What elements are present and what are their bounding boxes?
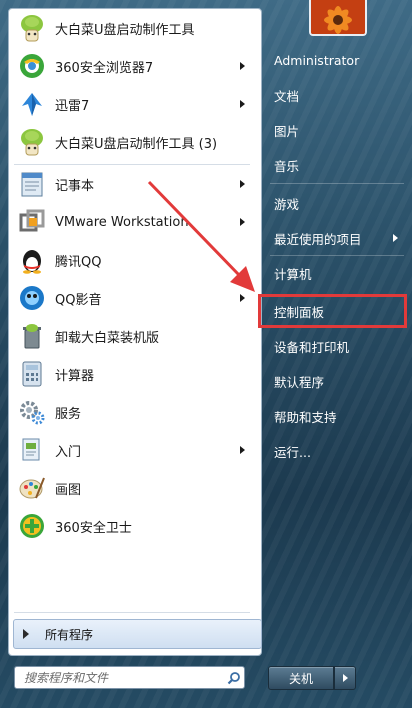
chevron-right-icon	[342, 674, 348, 682]
link-label: 设备和打印机	[274, 339, 350, 355]
program-label: 服务	[55, 406, 82, 422]
program-label: 计算器	[55, 368, 95, 384]
link-label: 游戏	[274, 196, 300, 212]
services-gear-icon	[16, 396, 48, 428]
program-item-qq[interactable]: 腾讯QQ	[14, 242, 254, 278]
program-item-dabaicai[interactable]: 大白菜U盘启动制作工具	[14, 10, 254, 46]
link-games[interactable]: 游戏	[266, 189, 406, 217]
divider	[14, 164, 250, 165]
notepad-icon	[16, 168, 48, 200]
program-item-qq-player[interactable]: QQ影音	[14, 280, 254, 316]
dabaicai-icon	[16, 126, 48, 158]
program-label: 记事本	[55, 178, 95, 194]
divider	[270, 183, 404, 184]
program-item-notepad[interactable]: 记事本	[14, 166, 254, 202]
shutdown-button[interactable]: 关机	[268, 666, 334, 690]
program-item-vmware[interactable]: VMware Workstation	[14, 204, 254, 240]
link-devices-printers[interactable]: 设备和打印机	[266, 332, 406, 360]
search-input[interactable]	[22, 669, 224, 686]
program-item-xunlei[interactable]: 迅雷7	[14, 86, 254, 122]
shutdown-label: 关机	[288, 671, 313, 686]
program-label: 360安全卫士	[55, 520, 132, 536]
shutdown-options-button[interactable]	[334, 666, 356, 690]
360-safe-icon	[16, 510, 48, 542]
submenu-arrow-icon[interactable]	[240, 62, 245, 70]
program-item-calculator[interactable]: 计算器	[14, 356, 254, 392]
link-label: 文档	[274, 88, 300, 104]
link-default-programs[interactable]: 默认程序	[266, 367, 406, 395]
link-recent-items[interactable]: 最近使用的项目	[266, 224, 406, 252]
link-label: 默认程序	[274, 374, 325, 390]
program-label: 360安全浏览器7	[55, 60, 154, 76]
program-item-services[interactable]: 服务	[14, 394, 254, 430]
all-programs-button[interactable]: 所有程序	[13, 619, 262, 649]
link-label: 运行...	[274, 444, 311, 460]
program-label: 迅雷7	[55, 98, 90, 114]
program-item-360-browser[interactable]: 360安全浏览器7	[14, 48, 254, 84]
program-item-dabaicai-3[interactable]: 大白菜U盘启动制作工具 (3)	[14, 124, 254, 160]
link-label: 帮助和支持	[274, 409, 337, 425]
link-pictures[interactable]: 图片	[266, 116, 406, 144]
dabaicai-icon	[16, 12, 48, 44]
expand-arrow-icon	[23, 629, 29, 639]
link-run[interactable]: 运行...	[266, 437, 406, 465]
submenu-arrow-icon[interactable]	[240, 294, 245, 302]
program-label: 大白菜U盘启动制作工具 (3)	[55, 136, 218, 152]
user-avatar[interactable]	[309, 0, 367, 36]
all-programs-label: 所有程序	[45, 627, 94, 642]
program-item-paint[interactable]: 画图	[14, 470, 254, 506]
vmware-icon	[16, 206, 48, 238]
program-label: 入门	[55, 444, 82, 460]
program-label: QQ影音	[55, 292, 102, 308]
program-label: 画图	[55, 482, 82, 498]
divider	[14, 612, 250, 613]
link-music[interactable]: 音乐	[266, 151, 406, 179]
link-administrator[interactable]: Administrator	[266, 46, 406, 74]
xunlei-icon	[16, 88, 48, 120]
link-label: Administrator	[274, 52, 360, 68]
getting-started-icon	[16, 434, 48, 466]
link-label: 计算机	[274, 266, 312, 282]
360-browser-icon	[16, 50, 48, 82]
submenu-arrow-icon[interactable]	[240, 446, 245, 454]
link-label: 最近使用的项目	[274, 231, 362, 247]
paint-icon	[16, 472, 48, 504]
submenu-arrow-icon[interactable]	[393, 234, 398, 242]
link-label: 音乐	[274, 158, 300, 174]
program-item-360-safe[interactable]: 360安全卫士	[14, 508, 254, 544]
qq-player-icon	[16, 282, 48, 314]
program-item-uninstall-dabaicai[interactable]: 卸载大白菜装机版	[14, 318, 254, 354]
control-panel-highlight-box	[258, 294, 407, 328]
program-label: 腾讯QQ	[55, 254, 102, 270]
program-label: 卸载大白菜装机版	[55, 330, 160, 346]
program-item-getting-started[interactable]: 入门	[14, 432, 254, 468]
program-label: 大白菜U盘启动制作工具	[55, 22, 195, 38]
uninstall-icon	[16, 320, 48, 352]
submenu-arrow-icon[interactable]	[240, 218, 245, 226]
calculator-icon	[16, 358, 48, 390]
start-menu: 大白菜U盘启动制作工具 360安全浏览器7 迅雷7 大白菜U盘启动制作工具 (3…	[0, 0, 412, 708]
submenu-arrow-icon[interactable]	[240, 180, 245, 188]
link-documents[interactable]: 文档	[266, 81, 406, 109]
qq-icon	[16, 244, 48, 276]
program-label: VMware Workstation	[55, 214, 189, 230]
search-icon[interactable]	[224, 668, 244, 688]
submenu-arrow-icon[interactable]	[240, 100, 245, 108]
link-label: 图片	[274, 123, 300, 139]
divider	[270, 255, 404, 256]
link-computer[interactable]: 计算机	[266, 259, 406, 287]
link-help-support[interactable]: 帮助和支持	[266, 402, 406, 430]
search-box[interactable]	[14, 666, 245, 689]
